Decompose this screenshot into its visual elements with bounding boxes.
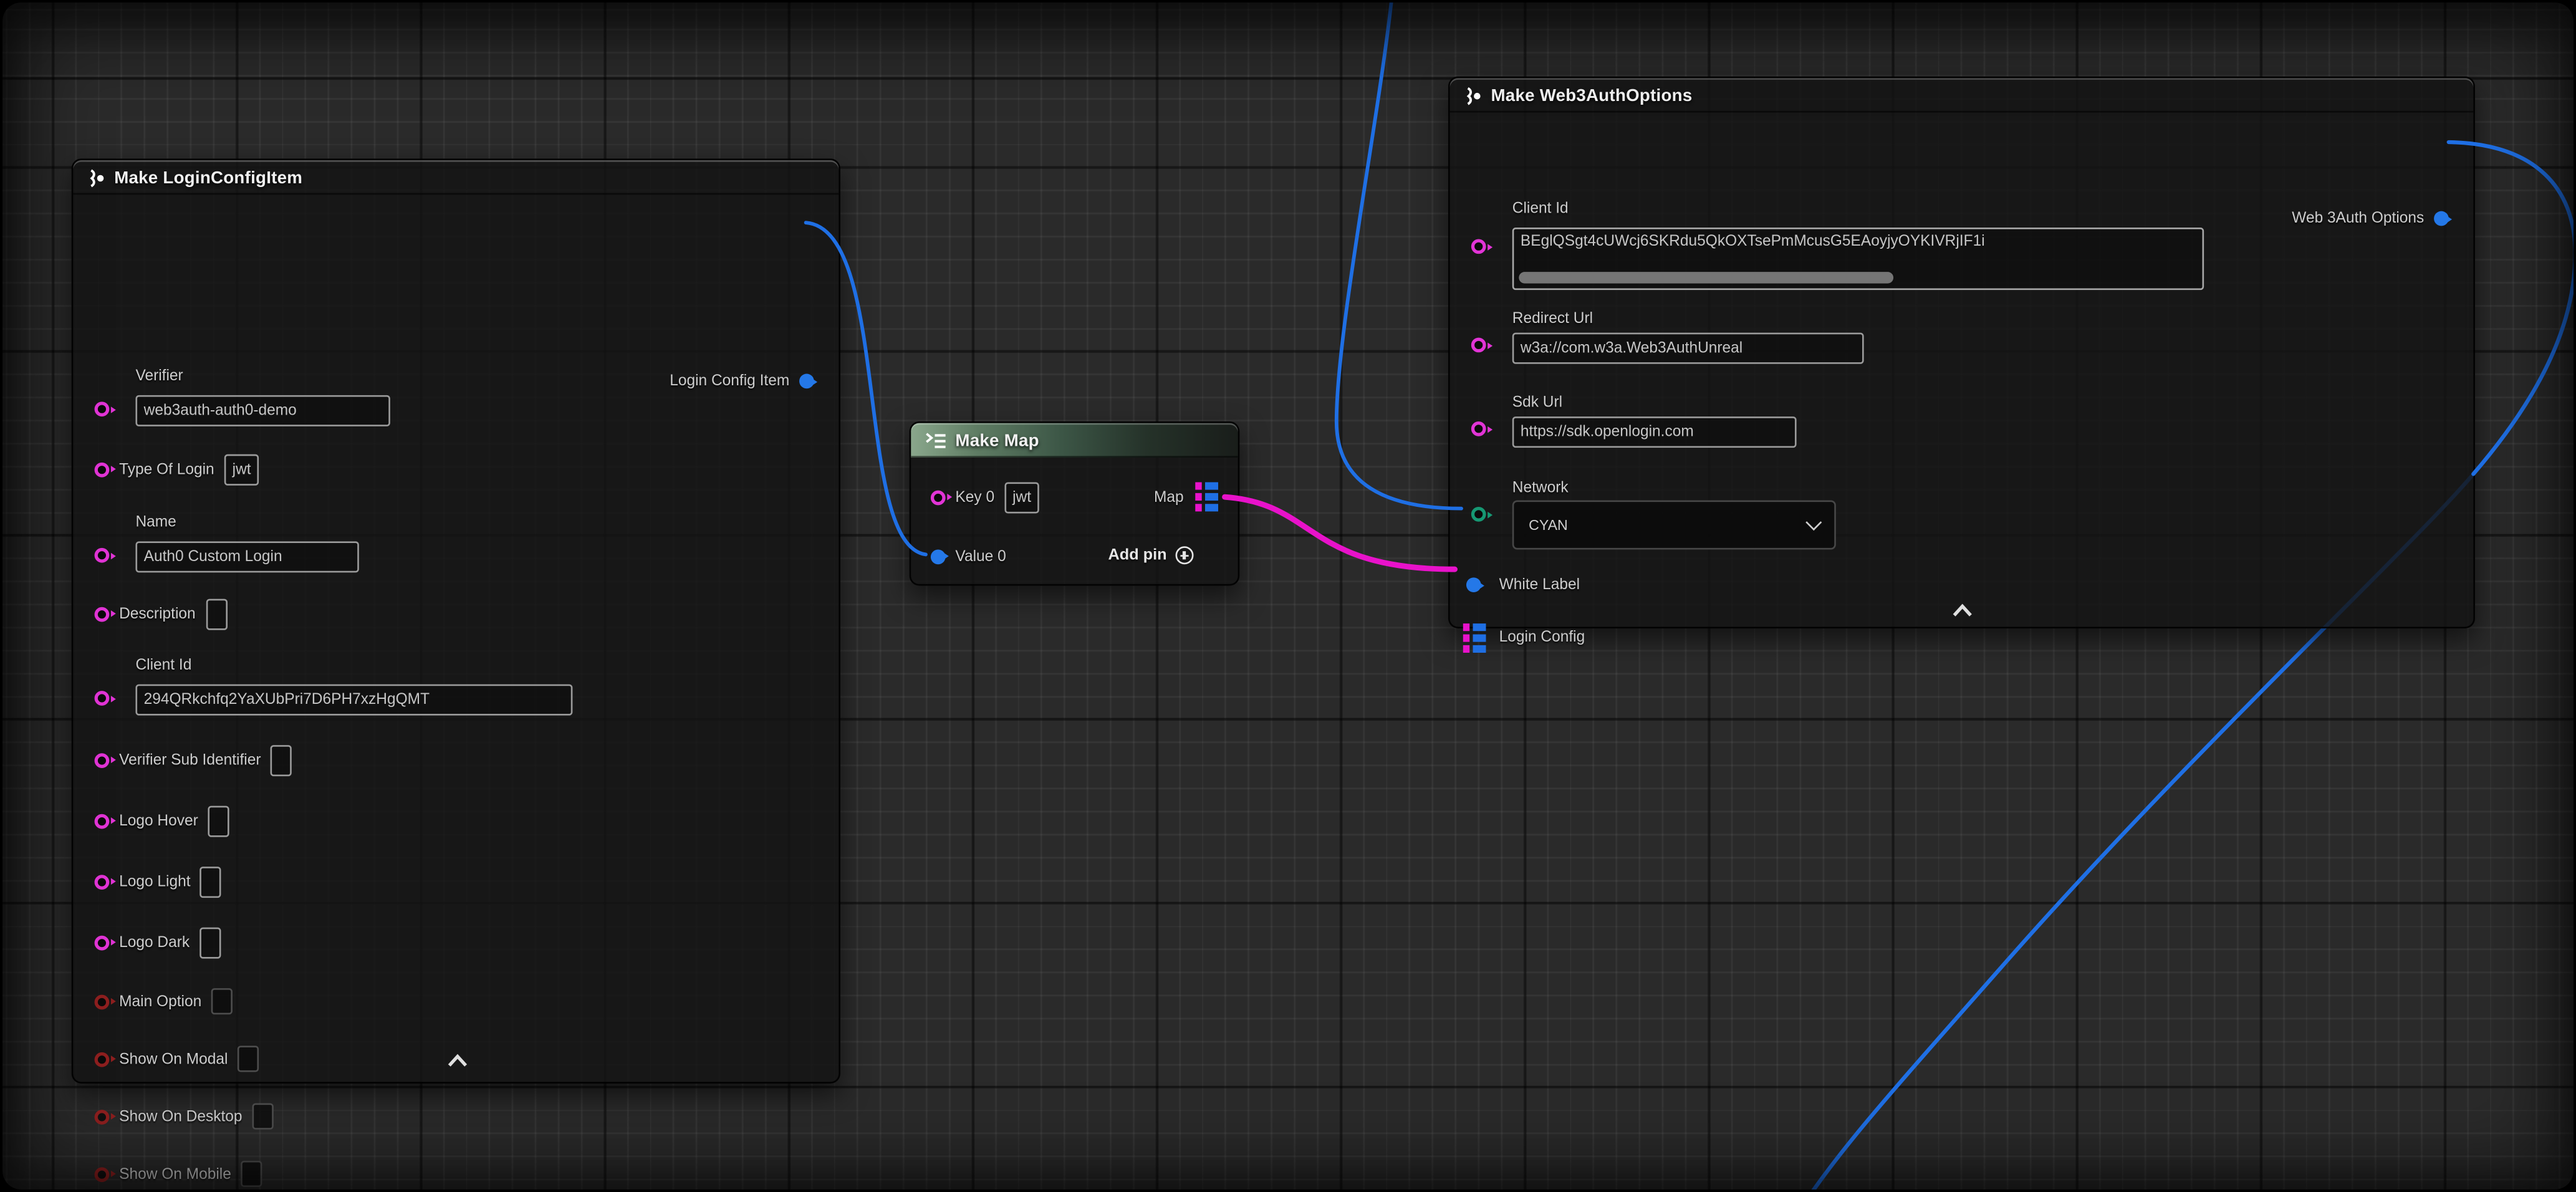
viewport-frame: Make LoginConfigItem Login Config Item V… (2, 2, 2574, 1190)
wire-web3authoptions-output-uturn[interactable] (2449, 142, 2574, 474)
wire-top-to-whitelabel[interactable] (1337, 2, 1461, 509)
wire-map-to-loginconfig[interactable] (1225, 497, 1455, 569)
wire-layer-over (2, 2, 2574, 1190)
wire-loginconfigitem-to-value0[interactable] (806, 223, 926, 554)
blueprint-graph-canvas[interactable]: Make LoginConfigItem Login Config Item V… (2, 2, 2574, 1190)
